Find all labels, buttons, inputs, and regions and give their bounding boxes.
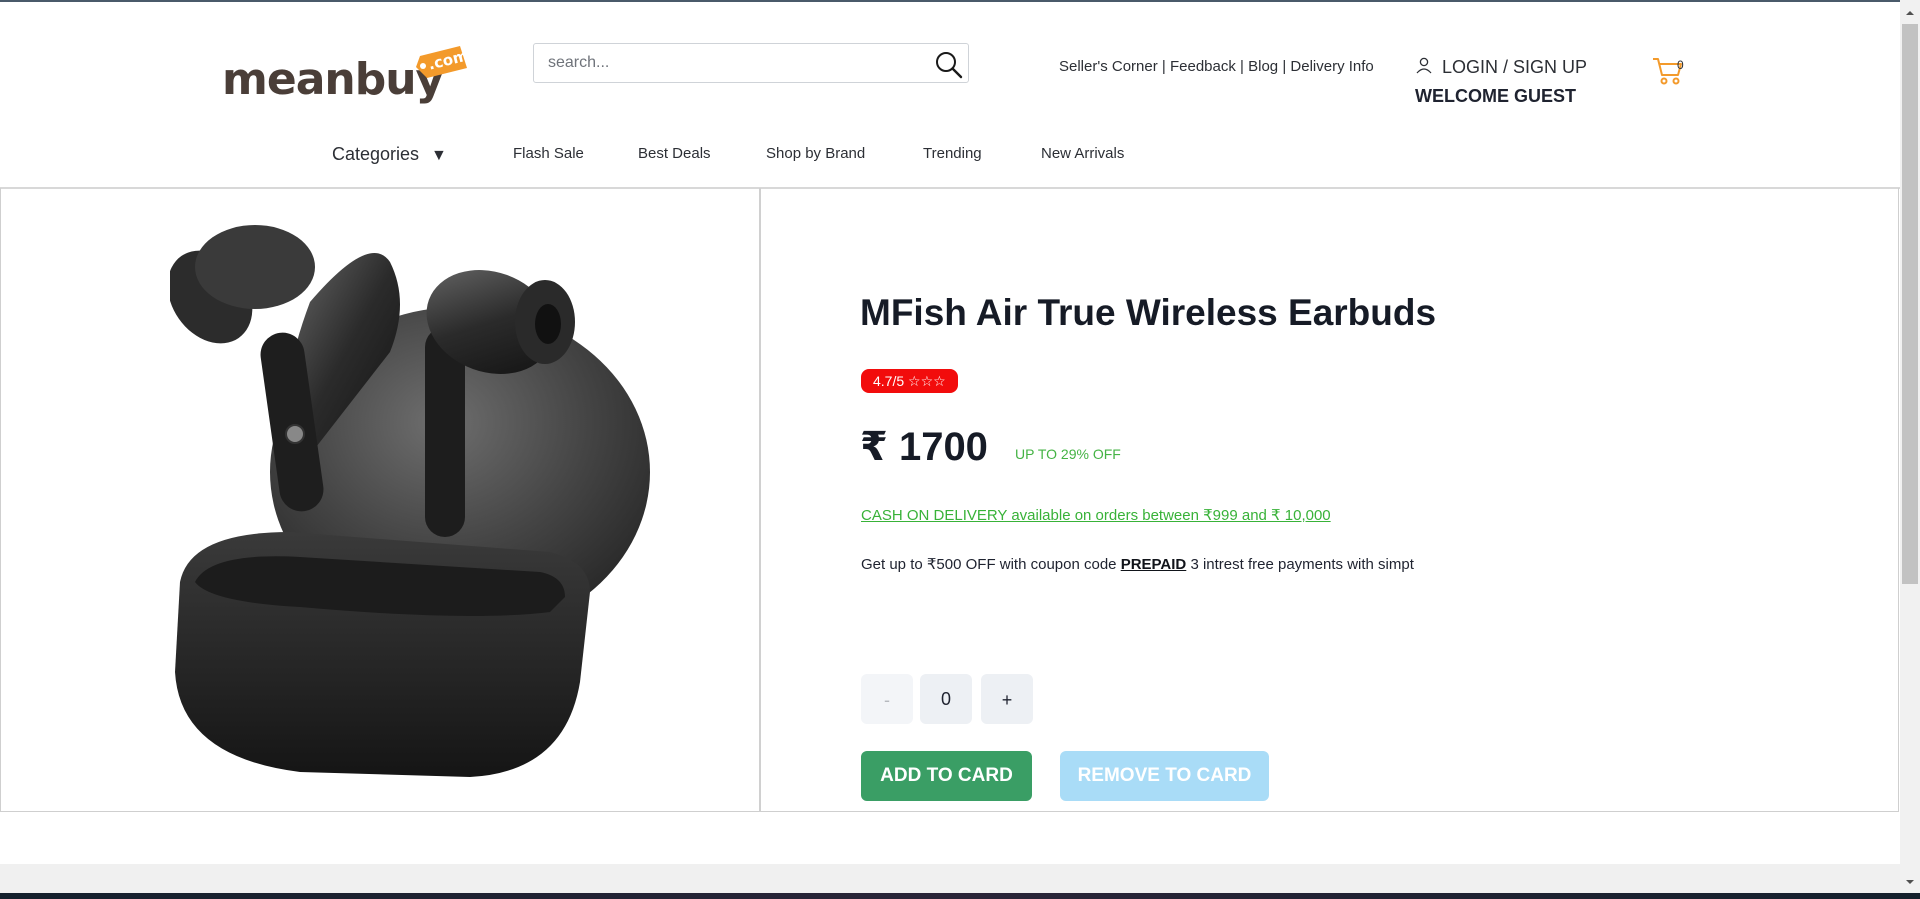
coupon-offer: Get up to ₹500 OFF with coupon code PREP… bbox=[861, 555, 1414, 573]
discount-label: UP TO 29% OFF bbox=[1015, 446, 1121, 462]
delivery-info-link[interactable]: Delivery Info bbox=[1290, 58, 1373, 75]
search-input[interactable] bbox=[534, 44, 942, 82]
nav-flash-sale[interactable]: Flash Sale bbox=[513, 145, 584, 162]
quantity-increment-button[interactable]: + bbox=[981, 674, 1033, 724]
product-image bbox=[170, 225, 650, 777]
blog-link[interactable]: Blog bbox=[1248, 58, 1278, 75]
scroll-up-arrow-icon[interactable] bbox=[1903, 6, 1917, 20]
caret-down-icon: ▼ bbox=[431, 147, 447, 164]
separator: | bbox=[1282, 58, 1287, 75]
feedback-link[interactable]: Feedback bbox=[1170, 58, 1236, 75]
add-to-cart-button[interactable]: ADD TO CARD bbox=[861, 751, 1032, 801]
bottom-strip bbox=[0, 893, 1920, 899]
search-icon[interactable] bbox=[934, 50, 964, 80]
main-nav: Categories ▼ Flash Sale Best Deals Shop b… bbox=[0, 140, 1900, 170]
user-icon bbox=[1416, 57, 1432, 74]
login-signup-label: LOGIN / SIGN UP bbox=[1442, 57, 1588, 77]
nav-trending[interactable]: Trending bbox=[923, 145, 982, 162]
rating-badge: 4.7/5 ☆☆☆ bbox=[861, 369, 958, 393]
quantity-value: 0 bbox=[920, 674, 972, 724]
footer-band bbox=[0, 864, 1900, 893]
separator: | bbox=[1240, 58, 1244, 75]
utility-links: Seller's Corner | Feedback | Blog | Deli… bbox=[1059, 58, 1374, 75]
brand-logo[interactable]: meanbuy .com bbox=[222, 46, 472, 106]
brand-name: meanbuy bbox=[222, 54, 444, 105]
nav-shop-by-brand[interactable]: Shop by Brand bbox=[766, 145, 865, 162]
search-bar[interactable] bbox=[533, 43, 969, 83]
coupon-prefix: Get up to ₹500 OFF with coupon code bbox=[861, 556, 1117, 573]
product-price: ₹ 1700 bbox=[860, 425, 988, 469]
welcome-message: WELCOME GUEST bbox=[1415, 86, 1576, 106]
nav-new-arrivals[interactable]: New Arrivals bbox=[1041, 145, 1124, 162]
window-top-border bbox=[0, 0, 1920, 2]
nav-best-deals[interactable]: Best Deals bbox=[638, 145, 711, 162]
nav-categories-dropdown[interactable]: Categories ▼ bbox=[332, 144, 447, 165]
remove-from-cart-button[interactable]: REMOVE TO CARD bbox=[1060, 751, 1269, 801]
separator: | bbox=[1161, 58, 1166, 75]
scroll-down-arrow-icon[interactable] bbox=[1903, 875, 1917, 889]
cod-notice-link[interactable]: CASH ON DELIVERY available on orders bet… bbox=[861, 506, 1331, 524]
coupon-code: PREPAID bbox=[1120, 556, 1187, 573]
scrollbar-thumb[interactable] bbox=[1902, 24, 1918, 584]
nav-categories-label: Categories bbox=[332, 144, 420, 164]
panel-divider bbox=[759, 188, 761, 812]
quantity-decrement-button[interactable]: - bbox=[861, 674, 913, 724]
product-title: MFish Air True Wireless Earbuds bbox=[860, 292, 1437, 333]
sellers-corner-link[interactable]: Seller's Corner bbox=[1059, 58, 1158, 75]
coupon-suffix: 3 intrest free payments with simpt bbox=[1190, 556, 1414, 573]
login-signup-link[interactable]: LOGIN / SIGN UP bbox=[1415, 57, 1587, 78]
cart-count-badge: 0 bbox=[1677, 58, 1684, 72]
